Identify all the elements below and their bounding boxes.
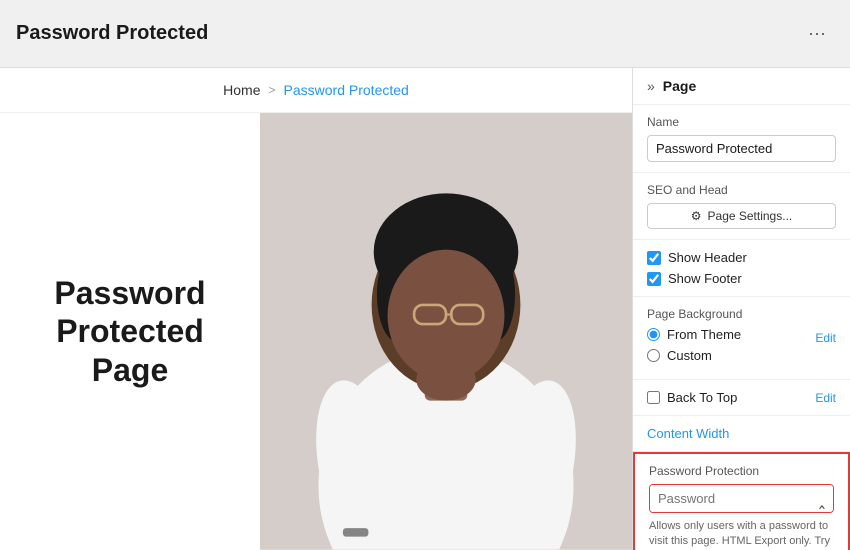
expand-icon[interactable]: »: [647, 78, 655, 94]
menu-button[interactable]: ···: [800, 19, 834, 48]
page-settings-label: Page Settings...: [708, 209, 793, 223]
back-to-top-edit-link[interactable]: Edit: [815, 391, 836, 405]
show-footer-checkbox[interactable]: [647, 272, 661, 286]
from-theme-radio[interactable]: [647, 328, 660, 341]
back-to-top-row: Back To Top Edit: [647, 390, 836, 405]
show-header-row: Show Header: [647, 250, 836, 265]
password-input-wrapper: ‸: [649, 484, 834, 513]
breadcrumb-separator: >: [269, 83, 276, 97]
hero-image: [260, 113, 632, 550]
breadcrumb-nav: Home > Password Protected: [0, 68, 632, 113]
back-to-top-section: Back To Top Edit: [633, 380, 850, 416]
page-title: Password Protected: [16, 22, 208, 45]
panel-header: » Page: [633, 68, 850, 105]
show-header-label: Show Header: [668, 250, 747, 265]
name-label: Name: [647, 115, 836, 129]
seo-section: SEO and Head ⚙ Page Settings...: [633, 173, 850, 240]
show-footer-label: Show Footer: [668, 271, 742, 286]
hero-text-block: Password Protected Page: [0, 113, 260, 550]
page-background-section: Page Background From Theme Edit Custom: [633, 297, 850, 380]
right-panel: » Page Name SEO and Head ⚙ Page Settings…: [632, 68, 850, 550]
back-to-top-left: Back To Top: [647, 390, 737, 405]
content-width-section: Content Width: [633, 416, 850, 452]
from-theme-radio-row: From Theme: [647, 327, 741, 342]
breadcrumb-home-link[interactable]: Home: [223, 82, 260, 98]
show-footer-row: Show Footer: [647, 271, 836, 286]
from-theme-label: From Theme: [667, 327, 741, 342]
custom-radio-row: Custom: [647, 348, 836, 363]
password-hint: Allows only users with a password to vis…: [649, 519, 834, 550]
header-footer-section: Show Header Show Footer: [633, 240, 850, 297]
page-settings-button[interactable]: ⚙ Page Settings...: [647, 203, 836, 229]
gear-icon: ⚙: [691, 209, 702, 223]
name-section: Name: [633, 105, 850, 173]
content-width-link[interactable]: Content Width: [647, 426, 729, 441]
custom-radio[interactable]: [647, 349, 660, 362]
show-header-checkbox[interactable]: [647, 251, 661, 265]
panel-title: Page: [663, 78, 696, 94]
back-to-top-label: Back To Top: [667, 390, 737, 405]
top-bar: Password Protected ···: [0, 0, 850, 68]
breadcrumb-current: Password Protected: [284, 82, 409, 98]
page-bg-label: Page Background: [647, 307, 836, 321]
back-to-top-checkbox[interactable]: [647, 391, 660, 404]
hero-area: Password Protected Page: [0, 113, 632, 550]
from-theme-edit-link[interactable]: Edit: [815, 331, 836, 345]
name-input[interactable]: [647, 135, 836, 162]
password-protection-section: Password Protection ‸ Allows only users …: [633, 452, 850, 550]
custom-label: Custom: [667, 348, 712, 363]
preview-area: Home > Password Protected Password Prote…: [0, 68, 632, 550]
from-theme-row: From Theme Edit: [647, 327, 836, 348]
main-layout: Home > Password Protected Password Prote…: [0, 68, 850, 550]
password-input[interactable]: [650, 485, 833, 512]
hero-title: Password Protected Page: [30, 274, 230, 389]
password-protection-label: Password Protection: [649, 464, 834, 478]
seo-label: SEO and Head: [647, 183, 836, 197]
